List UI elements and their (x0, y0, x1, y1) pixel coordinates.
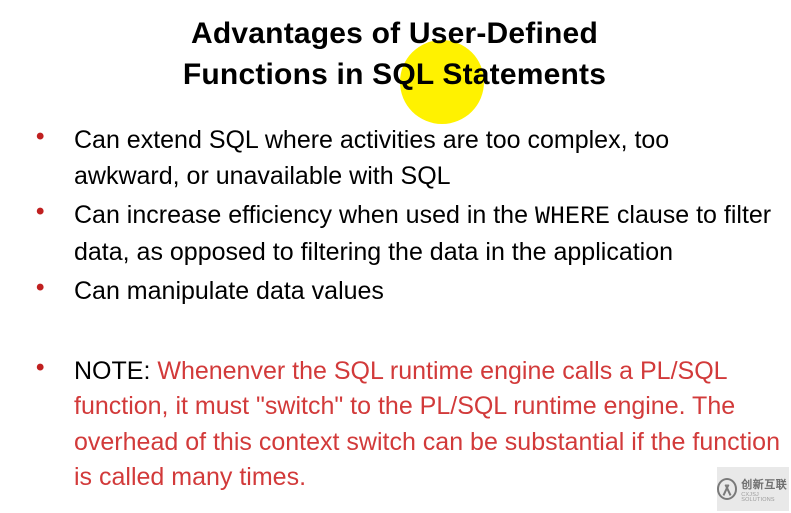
watermark-logo-icon (717, 478, 737, 500)
bullet-list-note: NOTE: Whenenver the SQL runtime engine c… (8, 354, 781, 496)
spacer (8, 314, 781, 354)
bullet-item-3: Can manipulate data values (36, 274, 781, 310)
code-where: WHERE (535, 202, 610, 231)
title-area: Advantages of User-Defined Functions in … (8, 14, 781, 95)
bullet-text: Can extend SQL where activities are too … (74, 126, 669, 190)
bullet-text-pre: Can increase efficiency when used in the (74, 201, 535, 229)
watermark-subtext: CXJSJ SOLUTIONS (741, 493, 789, 504)
bullet-list: Can extend SQL where activities are too … (8, 123, 781, 310)
slide-content: Advantages of User-Defined Functions in … (0, 0, 791, 513)
slide-title: Advantages of User-Defined Functions in … (8, 14, 781, 95)
note-prefix: NOTE: (74, 357, 157, 385)
title-line-1: Advantages of User-Defined (191, 17, 598, 50)
bullet-text: Can manipulate data values (74, 277, 384, 305)
bullet-item-2: Can increase efficiency when used in the… (36, 198, 781, 270)
watermark: 创新互联 CXJSJ SOLUTIONS (717, 467, 789, 511)
watermark-text-wrap: 创新互联 CXJSJ SOLUTIONS (741, 475, 789, 504)
note-body: Whenenver the SQL runtime engine calls a… (74, 357, 780, 492)
bullet-item-1: Can extend SQL where activities are too … (36, 123, 781, 194)
bullet-item-note: NOTE: Whenenver the SQL runtime engine c… (36, 354, 781, 496)
title-line-2: Functions in SQL Statements (183, 58, 606, 91)
watermark-brand: 创新互联 (741, 479, 787, 491)
